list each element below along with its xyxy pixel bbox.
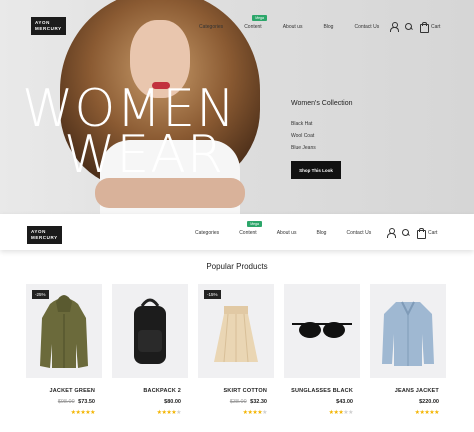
product-image[interactable]: -15%: [198, 284, 274, 378]
product-image[interactable]: [370, 284, 446, 378]
product-card[interactable]: SUNGLASSES BLACK $43.00 ★★★★★: [284, 284, 360, 416]
user-icon[interactable]: [389, 22, 399, 32]
product-price: $98.00 $73.50: [26, 399, 102, 405]
current-price: $80.00: [164, 399, 181, 405]
nav-categories[interactable]: Categories: [199, 24, 223, 30]
main-menu: Categories Mega Content About us Blog Co…: [199, 15, 379, 30]
top-nav: AYON MERCURY Categories Mega Content Abou…: [0, 10, 474, 46]
product-image[interactable]: [112, 284, 188, 378]
product-image[interactable]: [284, 284, 360, 378]
rating-stars: ★★★★★: [70, 410, 96, 416]
product-price: $80.00: [112, 399, 188, 405]
logo[interactable]: AYON MERCURY: [31, 17, 66, 35]
nav-content[interactable]: Mega Content: [239, 221, 262, 236]
product-grid: -25% JACKET GREEN $98.00 $73.50 ★★★★★ BA…: [26, 284, 446, 416]
collection-panel: Women's Collection Black Hat Wool Coat B…: [291, 100, 353, 157]
mega-badge: Mega: [247, 221, 262, 227]
nav-about[interactable]: About us: [283, 24, 303, 30]
product-price: $220.00: [370, 399, 446, 405]
rating-stars: ★★★★★: [414, 410, 440, 416]
user-icon[interactable]: [386, 228, 396, 238]
sticky-nav: AYON MERCURY Categories Mega Content Abou…: [0, 214, 474, 250]
hero-title: WOMEN WEAR: [22, 79, 236, 185]
rating-stars: ★★★★★: [156, 410, 182, 416]
nav-blog[interactable]: Blog: [316, 230, 326, 236]
search-icon[interactable]: [404, 22, 413, 31]
current-price: $73.50: [78, 399, 95, 405]
rating-stars: ★★★★★: [328, 410, 354, 416]
nav-icons: Cart: [386, 228, 437, 239]
product-card[interactable]: -25% JACKET GREEN $98.00 $73.50 ★★★★★: [26, 284, 102, 416]
product-card[interactable]: BACKPACK 2 $80.00 ★★★★★: [112, 284, 188, 416]
collection-title: Women's Collection: [291, 100, 353, 107]
main-menu: Categories Mega Content About us Blog Co…: [195, 221, 371, 236]
product-card[interactable]: JEANS JACKET $220.00 ★★★★★: [370, 284, 446, 416]
collection-item[interactable]: Wool Coat: [291, 133, 353, 139]
product-name[interactable]: SUNGLASSES BLACK: [284, 388, 360, 394]
product-card[interactable]: -15% SKIRT COTTON $38.00 $32.30 ★★★★★: [198, 284, 274, 416]
product-image[interactable]: -25%: [26, 284, 102, 378]
rating-stars: ★★★★★: [242, 410, 268, 416]
old-price: $98.00: [57, 399, 75, 405]
old-price: $38.00: [229, 399, 247, 405]
nav-icons: Cart: [389, 22, 440, 33]
cart-label[interactable]: Cart: [428, 230, 437, 236]
nav-categories[interactable]: Categories: [195, 230, 219, 236]
current-price: $43.00: [336, 399, 353, 405]
product-price: $43.00: [284, 399, 360, 405]
cart-icon[interactable]: [416, 228, 426, 239]
product-name[interactable]: JACKET GREEN: [26, 388, 102, 394]
current-price: $32.30: [250, 399, 267, 405]
collection-item[interactable]: Black Hat: [291, 121, 353, 127]
section-title: Popular Products: [206, 262, 268, 271]
nav-contact[interactable]: Contact Us: [354, 24, 379, 30]
current-price: $220.00: [419, 399, 439, 405]
nav-content[interactable]: Mega Content: [244, 15, 267, 30]
search-icon[interactable]: [401, 228, 410, 237]
collection-item[interactable]: Blue Jeans: [291, 145, 353, 151]
nav-contact[interactable]: Contact Us: [346, 230, 371, 236]
cart-icon[interactable]: [419, 22, 429, 33]
mega-badge: Mega: [252, 15, 267, 21]
logo[interactable]: AYON MERCURY: [27, 226, 62, 244]
product-name[interactable]: BACKPACK 2: [112, 388, 188, 394]
product-name[interactable]: SKIRT COTTON: [198, 388, 274, 394]
nav-blog[interactable]: Blog: [323, 24, 333, 30]
cart-label[interactable]: Cart: [431, 24, 440, 30]
nav-about[interactable]: About us: [277, 230, 297, 236]
product-name[interactable]: JEANS JACKET: [370, 388, 446, 394]
product-price: $38.00 $32.30: [198, 399, 274, 405]
shop-this-look-button[interactable]: Shop This Look: [291, 161, 341, 179]
